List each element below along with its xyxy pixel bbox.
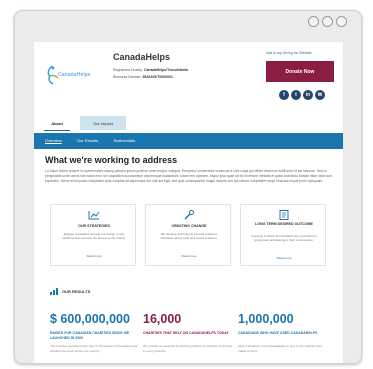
- charity-page: CanadaHelps CanadaHelps Registered Chari…: [34, 42, 343, 363]
- document-icon: [278, 210, 290, 220]
- subnav-testimonials[interactable]: Testimonials: [113, 138, 135, 143]
- chart-icon: [88, 210, 100, 220]
- stat-body: We provide an essential fundraising plat…: [143, 344, 233, 353]
- card-strategies: OUR STRATEGIES Engage Canadians through …: [50, 204, 136, 266]
- business-number-line: Business Number: 8542405/T0000001: [113, 75, 173, 79]
- stat-caption: CANADIANS WHO HAVE USED CANADAHELPS: [238, 331, 318, 335]
- donate-now-button[interactable]: Donate Now: [266, 61, 334, 82]
- strategy-cards: OUR STRATEGIES Engage Canadians through …: [50, 204, 326, 266]
- org-name: CanadaHelps: [113, 52, 171, 62]
- registration-label: Registered Charity:: [113, 68, 143, 72]
- results-heading: OUR RESULTS: [50, 286, 90, 296]
- registration-line: Registered Charity: CanadaHelps/Tvnudnfa…: [113, 68, 188, 72]
- facebook-icon[interactable]: f: [279, 90, 289, 100]
- card-creating-change: CREATING CHANGE We develop and bring to …: [145, 204, 231, 266]
- tab-about[interactable]: About: [44, 116, 70, 131]
- stat-amount-raised: $ 600,000,000: [50, 312, 130, 326]
- window-control-1[interactable]: [308, 16, 319, 27]
- tab-our-impact[interactable]: Our Impact: [80, 116, 126, 130]
- bar-chart-icon: [50, 287, 58, 295]
- card-body: A society in which all Canadians are con…: [251, 234, 317, 243]
- share-icons: f t in ✉: [279, 90, 325, 100]
- card-read-more-link[interactable]: Read more: [241, 256, 327, 260]
- stat-body: More Canadians trust CanadaHelps to give…: [238, 344, 322, 353]
- wrench-icon: [183, 210, 195, 220]
- stat-caption: CHARITIES THAT RELY ON CANADAHELPS TODAY: [143, 331, 229, 335]
- email-icon[interactable]: ✉: [315, 90, 325, 100]
- logo-text: CanadaHelps: [58, 72, 91, 78]
- business-number-label: Business Number:: [113, 75, 142, 79]
- page-tabs: About Our Impact: [34, 116, 343, 131]
- card-title: CREATING CHANGE: [171, 224, 207, 228]
- registration-value: CanadaHelps/Tvnudnfanfu: [143, 68, 189, 72]
- stat-canadians: 1,000,000: [238, 312, 294, 326]
- card-read-more-link[interactable]: Read more: [51, 254, 137, 258]
- intro-paragraph: Lo cillum dolore tempor in reprehenderit…: [45, 169, 332, 183]
- card-body: We develop and bring to a broad audience…: [160, 232, 218, 241]
- browser-window: CanadaHelps CanadaHelps Registered Chari…: [14, 10, 362, 364]
- business-number-value: 8542405/T0000001: [142, 75, 173, 79]
- card-title: LONG TERM DESIRED OUTCOME: [255, 222, 313, 226]
- section-title: What we're working to address: [45, 155, 178, 165]
- window-controls: [308, 16, 347, 27]
- card-title: OUR STRATEGIES: [78, 224, 110, 228]
- card-long-term-outcome: LONG TERM DESIRED OUTCOME A society in w…: [240, 204, 326, 266]
- linkedin-icon[interactable]: in: [303, 90, 313, 100]
- twitter-icon[interactable]: t: [291, 90, 301, 100]
- card-read-more-link[interactable]: Read more: [146, 254, 232, 258]
- window-control-2[interactable]: [322, 16, 333, 27]
- card-body: Engage Canadians through our design to u…: [62, 232, 126, 241]
- stat-charities: 16,000: [143, 312, 182, 326]
- results-title: OUR RESULTS: [62, 288, 91, 294]
- canadahelps-logo[interactable]: CanadaHelps: [44, 64, 90, 86]
- window-control-3[interactable]: [336, 16, 347, 27]
- charity-header: CanadaHelps CanadaHelps Registered Chari…: [34, 42, 343, 112]
- add-to-giving-link[interactable]: Add to my Giving for Giftslate: [266, 51, 312, 55]
- stat-body: This includes donations from tens of tho…: [50, 344, 138, 353]
- subnav-our-results[interactable]: Our Results: [77, 138, 98, 143]
- stat-caption: RAISED FOR CANADIAN CHARITIES SINCE WE L…: [50, 331, 130, 340]
- subnav-overview[interactable]: Overview: [45, 138, 62, 143]
- impact-subnav: Overview Our Results Testimonials: [34, 133, 343, 149]
